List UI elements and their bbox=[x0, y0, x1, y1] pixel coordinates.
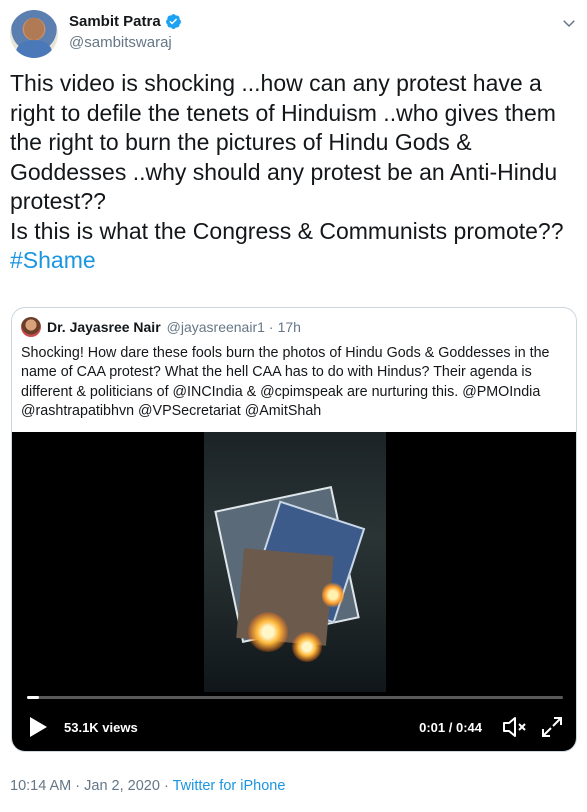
tweet-header: Sambit Patra @sambitswaraj bbox=[10, 10, 580, 58]
video-fire-2 bbox=[292, 632, 322, 662]
play-icon[interactable] bbox=[28, 716, 48, 738]
video-progress-fill bbox=[27, 696, 40, 699]
meta-separator: · bbox=[159, 778, 173, 794]
separator-dot: · bbox=[268, 319, 274, 335]
video-fire-3 bbox=[322, 582, 344, 608]
quoted-author-handle: @jayasreenair1 bbox=[166, 319, 265, 335]
quoted-tweet-time: 17h bbox=[277, 319, 301, 335]
fullscreen-icon[interactable] bbox=[540, 715, 564, 739]
video-timecode: 0:01 / 0:44 bbox=[419, 720, 482, 735]
tweet-body: This video is shocking ...how can any pr… bbox=[10, 70, 564, 244]
video-progress-bar[interactable] bbox=[27, 696, 563, 699]
chevron-down-icon[interactable] bbox=[560, 14, 578, 32]
quoted-author-name: Dr. Jayasree Nair bbox=[47, 319, 161, 335]
tweet-meta: 10:14 AM · Jan 2, 2020 · Twitter for iPh… bbox=[10, 778, 285, 794]
quoted-tweet[interactable]: Dr. Jayasree Nair @jayasreenair1 · 17h S… bbox=[11, 307, 577, 752]
tweet-text: This video is shocking ...how can any pr… bbox=[10, 69, 575, 276]
author-avatar[interactable] bbox=[10, 10, 58, 58]
tweet-source-link[interactable]: Twitter for iPhone bbox=[173, 778, 286, 794]
quoted-tweet-text: Shocking! How dare these fools burn the … bbox=[21, 345, 550, 419]
tweet-timestamp[interactable]: 10:14 AM · Jan 2, 2020 bbox=[10, 778, 160, 794]
hashtag-link[interactable]: #Shame bbox=[10, 247, 96, 273]
quoted-author-avatar bbox=[21, 317, 41, 337]
author-display-name[interactable]: Sambit Patra bbox=[69, 13, 161, 30]
verified-badge-icon bbox=[165, 14, 181, 29]
view-count: 53.1K views bbox=[64, 720, 138, 735]
author-handle[interactable]: @sambitswaraj bbox=[69, 34, 172, 51]
volume-icon[interactable] bbox=[502, 715, 528, 739]
author-name-row: Sambit Patra bbox=[69, 13, 182, 30]
quoted-tweet-header: Dr. Jayasree Nair @jayasreenair1 · 17h bbox=[21, 317, 301, 337]
video-fire-1 bbox=[248, 612, 288, 652]
video-player[interactable]: 53.1K views 0:01 / 0:44 bbox=[12, 432, 576, 751]
